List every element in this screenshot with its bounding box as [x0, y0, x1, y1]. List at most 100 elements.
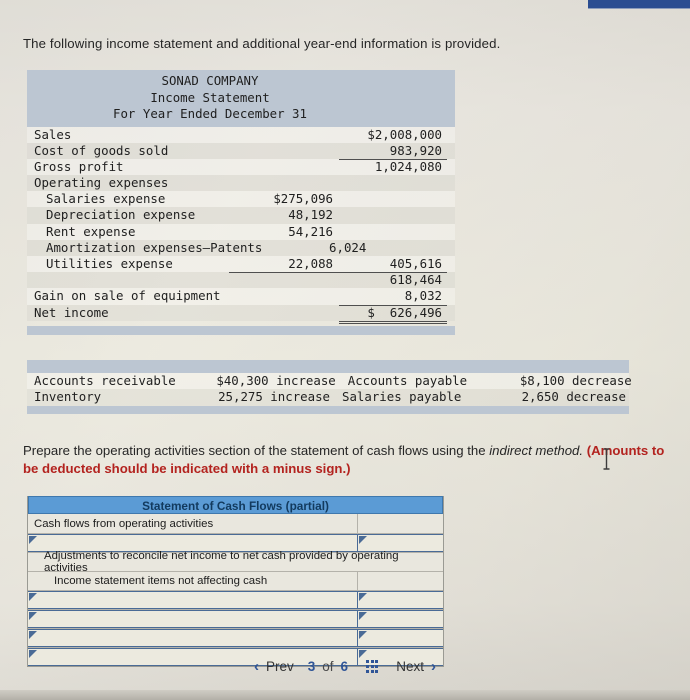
cell-corner-marker-icon — [29, 593, 37, 601]
row-amount-col1: 48,192 — [288, 207, 333, 223]
income-statement-row: Operating expenses — [27, 175, 455, 192]
year-end-change-row: Inventory 25,275 increase Salaries payable… — [27, 389, 629, 406]
change-account-left: Accounts receivable — [34, 373, 176, 388]
cash-flows-title: Statement of Cash Flows (partial) — [28, 496, 443, 514]
statement-period: For Year Ended December 31 — [113, 106, 307, 121]
row-label: Gross profit — [34, 158, 124, 174]
income-statement-row: Net income $ 626,496 — [27, 304, 455, 324]
cash-flow-amount-cell — [357, 572, 443, 590]
row-amount-col1: $275,096 — [273, 191, 333, 207]
cell-corner-marker-icon — [29, 631, 37, 639]
income-statement-table: SONAD COMPANY Income Statement For Year … — [27, 70, 455, 335]
cash-flow-item-label: Income statement items not affecting cas… — [28, 572, 357, 590]
prev-label: Prev — [265, 659, 294, 674]
cash-flow-label-row: Cash flows from operating activities — [28, 514, 443, 533]
cell-text: Cash flows from operating activities — [34, 517, 214, 530]
change-amount-left: $40,300 increase — [216, 373, 336, 388]
income-statement-row: Gain on sale of equipment 8,032 — [27, 288, 455, 306]
grid-view-icon[interactable] — [366, 660, 379, 673]
row-label: Utilities expense — [46, 256, 173, 271]
statement-name: Income Statement — [150, 89, 270, 105]
cash-flow-amount-cell — [357, 514, 443, 533]
row-label: Amortization expenses–Patents — [46, 239, 263, 255]
income-statement-footer-bar — [27, 325, 455, 335]
total-pages: 6 — [340, 659, 349, 674]
company-name: SONAD COMPANY — [161, 73, 259, 88]
change-account-right: Salaries payable — [342, 389, 462, 405]
row-amount-col2: 405,616 — [339, 256, 447, 274]
prompt-italic: indirect method. — [489, 443, 584, 458]
chevron-right-icon: › — [431, 658, 436, 675]
row-label: Gain on sale of equipment — [34, 288, 221, 304]
current-page: 3 — [307, 659, 316, 674]
cell-corner-marker-icon — [29, 536, 37, 544]
prev-button[interactable]: ‹ Prev — [254, 658, 294, 675]
income-statement-body: Sales $2,008,000 Cost of goods sold 983,920… — [27, 126, 455, 324]
chevron-left-icon: ‹ — [253, 658, 259, 675]
cash-flow-amount-input[interactable] — [357, 629, 443, 647]
income-statement-row: Sales $2,008,000 — [27, 126, 455, 143]
text-cursor-icon — [602, 448, 611, 470]
row-label: Operating expenses — [34, 175, 169, 191]
intro-text: The following income statement and addit… — [23, 36, 501, 51]
cash-flow-label-row: Adjustments to reconcile net income to n… — [28, 550, 443, 574]
cash-flow-input-row[interactable] — [28, 609, 443, 628]
cell-corner-marker-icon — [359, 612, 367, 620]
cash-flows-rows: Cash flows from operating activities Adju… — [28, 514, 443, 666]
question-prompt: Prepare the operating activities section… — [23, 442, 671, 477]
cash-flow-input-row[interactable] — [28, 628, 443, 647]
cash-flow-label-row: Income statement items not affecting cas… — [28, 571, 443, 590]
income-statement-row: Depreciation expense 48,192 — [27, 207, 455, 224]
income-statement-row: 618,464 — [27, 272, 455, 289]
row-amount-col1: 54,216 — [288, 223, 333, 239]
row-amount-col2: 8,032 — [339, 288, 447, 306]
cell-corner-marker-icon — [359, 593, 367, 601]
cell-corner-marker-icon — [359, 650, 367, 658]
year-end-change-row: Accounts receivable $40,300 increase Accou… — [27, 373, 632, 390]
row-label: Salaries expense — [46, 191, 166, 207]
row-amount-col2: $2,008,000 — [367, 126, 442, 142]
income-statement-row: Utilities expense 22,088 405,616 — [27, 256, 455, 274]
cash-flows-worksheet: Statement of Cash Flows (partial) Cash f… — [27, 496, 444, 667]
change-account-left: Inventory — [34, 389, 102, 405]
cell-corner-marker-icon — [29, 612, 37, 620]
row-amount-col1: 22,088 — [229, 256, 339, 274]
income-statement-row: Gross profit 1,024,080 — [27, 158, 455, 176]
row-label: Cost of goods sold — [34, 142, 169, 158]
cash-flow-item-label: Adjustments to reconcile net income to n… — [28, 550, 443, 574]
row-amount-col2: 983,920 — [339, 143, 447, 160]
income-statement-row: Salaries expense $275,096 — [27, 191, 455, 208]
income-statement-row: Amortization expenses–Patents 6,024 — [27, 239, 455, 256]
income-statement-row: Rent expense 54,216 — [27, 223, 455, 240]
change-amount-right: 2,650 decrease — [521, 389, 626, 405]
income-statement-header: SONAD COMPANY Income Statement For Year … — [27, 70, 455, 127]
row-label: Sales — [34, 126, 72, 142]
row-label: Depreciation expense — [46, 207, 196, 223]
year-end-footer-bar — [27, 405, 629, 414]
cash-flow-item-select[interactable] — [28, 629, 357, 647]
screen-bottom-edge — [0, 690, 690, 700]
change-amount-left: 25,275 increase — [218, 389, 330, 405]
row-amount-col1: 6,024 — [329, 239, 367, 255]
cell-text: Adjustments to reconcile net income to n… — [44, 550, 399, 574]
cell-text: Income statement items not affecting cas… — [54, 575, 268, 587]
cash-flow-input-row[interactable] — [28, 590, 443, 609]
year-end-header-bar — [27, 360, 629, 373]
cash-flow-item-select[interactable] — [28, 591, 357, 609]
change-amount-right: $8,100 decrease — [519, 373, 632, 388]
cash-flow-amount-input[interactable] — [357, 610, 443, 628]
row-label: Rent expense — [46, 223, 136, 239]
cash-flow-amount-input[interactable] — [357, 591, 443, 609]
of-label: of — [322, 659, 334, 674]
cash-flow-item-label: Cash flows from operating activities — [28, 514, 357, 533]
year-end-changes-table: Accounts receivable $40,300 increase Accou… — [27, 360, 632, 414]
row-amount-col2: $ 626,496 — [339, 305, 447, 324]
cash-flow-item-select[interactable] — [28, 610, 357, 628]
prompt-part-1: Prepare the operating activities section… — [23, 443, 490, 458]
next-label: Next — [396, 659, 424, 674]
year-end-body: Accounts receivable $40,300 increase Accou… — [27, 373, 632, 406]
page-indicator: 3 of 6 — [308, 659, 348, 674]
cell-corner-marker-icon — [359, 536, 367, 544]
pagination-bar: ‹ Prev 3 of 6 Next › — [0, 658, 690, 675]
next-button[interactable]: Next › — [396, 658, 436, 675]
